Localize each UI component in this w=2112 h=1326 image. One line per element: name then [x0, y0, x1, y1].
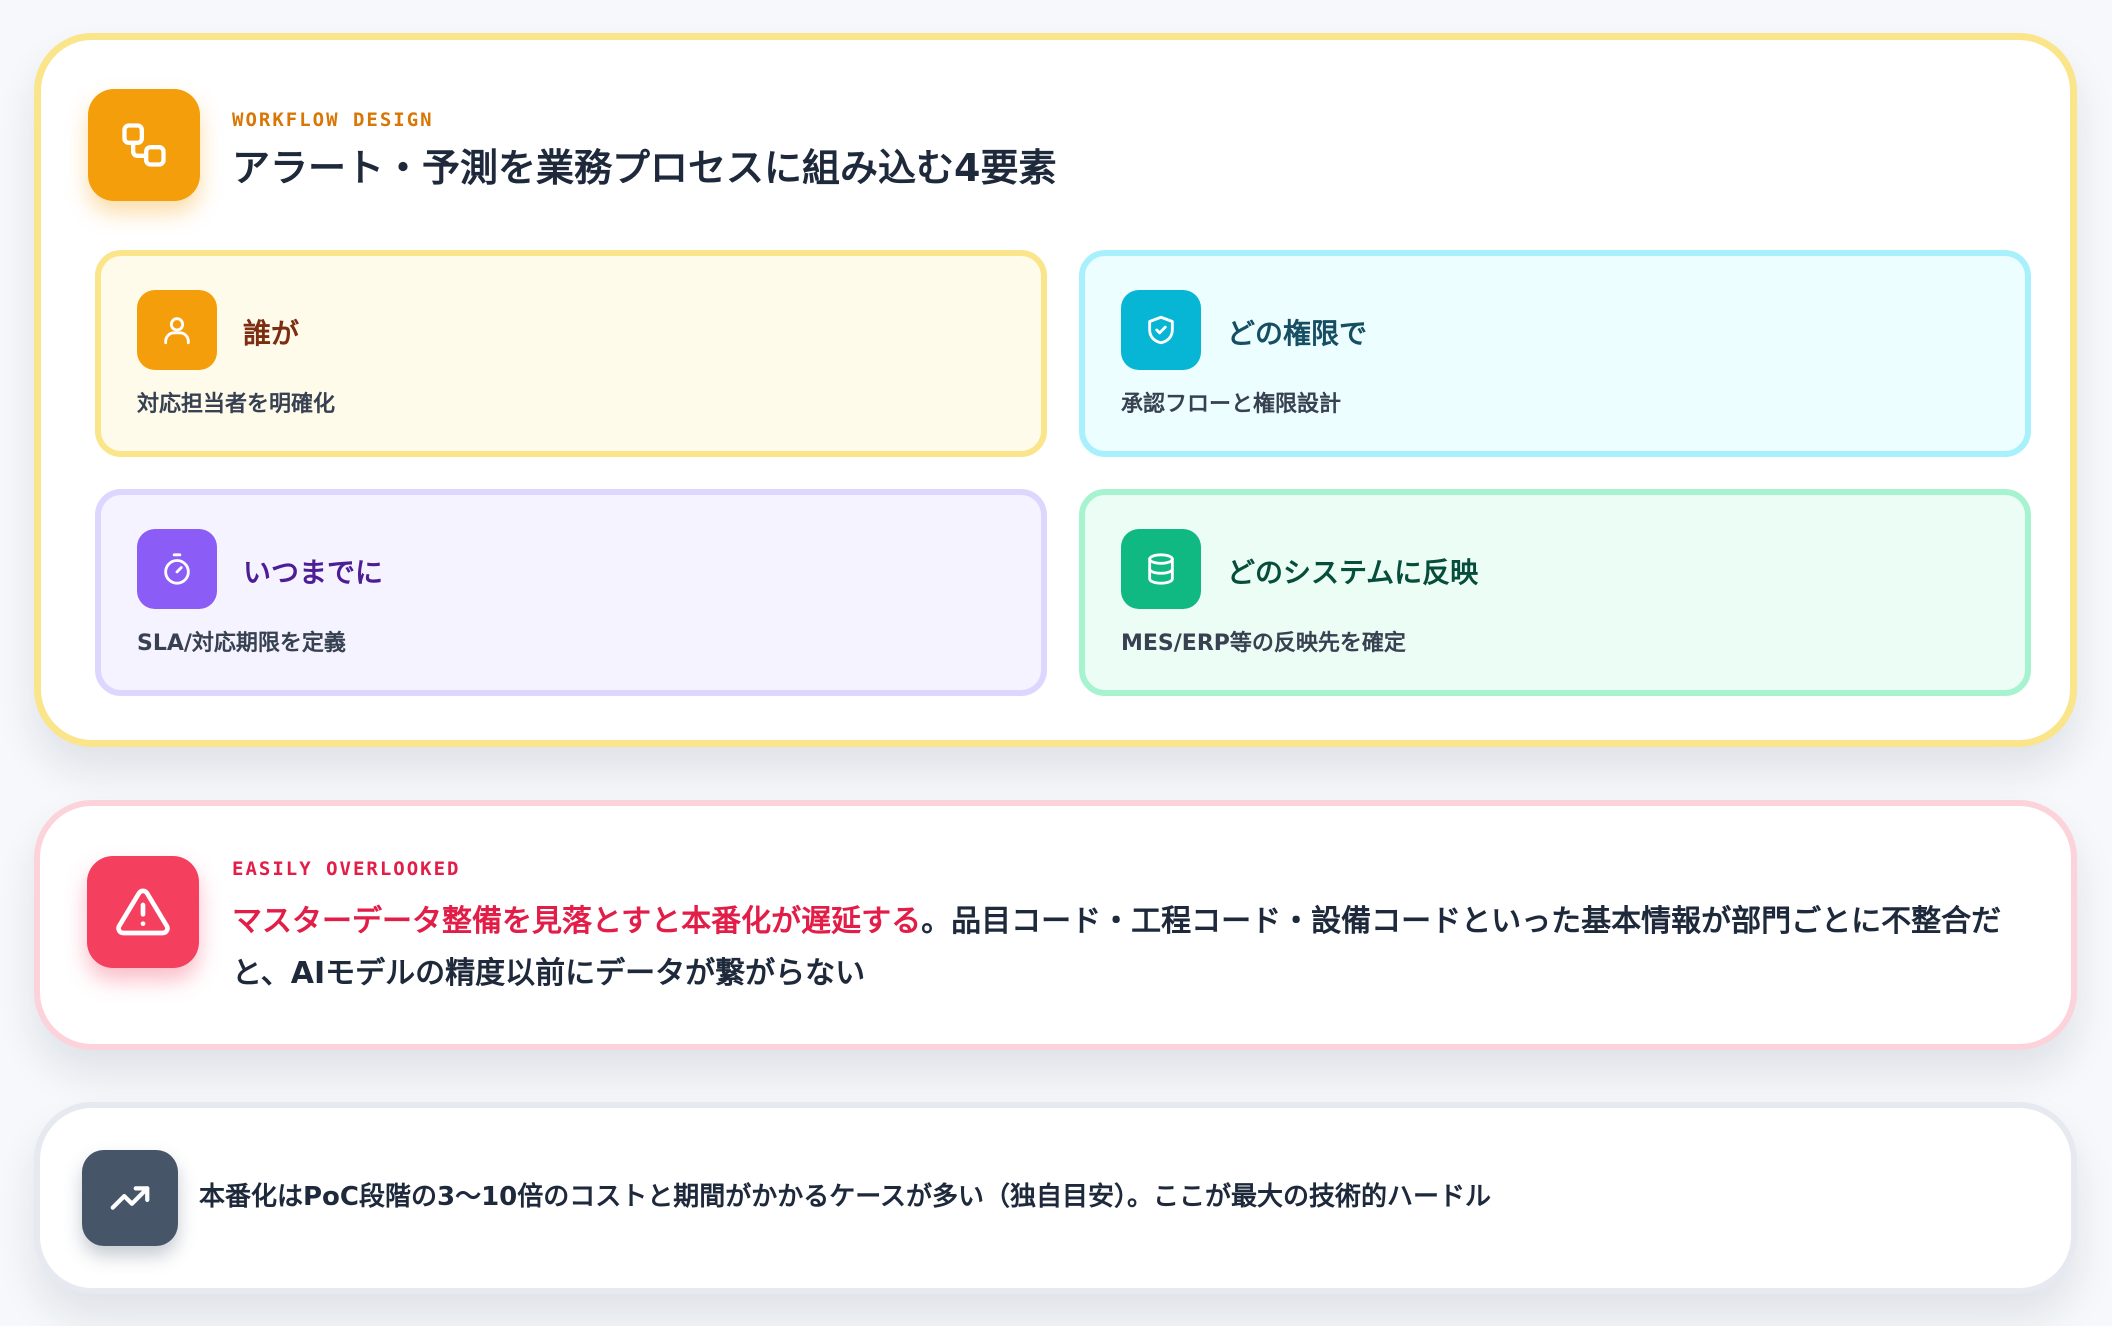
warning-eyebrow: EASILY OVERLOOKED	[232, 858, 461, 880]
card-deadline-desc: SLA/対応期限を定義	[137, 631, 346, 656]
warning-highlight: マスターデータ整備を見落とすと本番化が遅延する	[232, 904, 922, 939]
timer-icon	[137, 529, 217, 609]
note-text: 本番化はPoC段階の3〜10倍のコストと期間がかかるケースが多い（独自目安）。こ…	[199, 1182, 1491, 1212]
card-who-desc: 対応担当者を明確化	[137, 392, 336, 417]
database-icon	[1121, 529, 1201, 609]
alert-triangle-icon	[87, 856, 199, 968]
user-icon	[137, 290, 217, 370]
card-who: 誰が 対応担当者を明確化	[95, 250, 1047, 457]
card-authority-desc: 承認フローと権限設計	[1121, 392, 1342, 417]
card-system: どのシステムに反映 MES/ERP等の反映先を確定	[1079, 489, 2031, 696]
card-deadline-title: いつまでに	[243, 556, 384, 589]
card-system-desc: MES/ERP等の反映先を確定	[1121, 631, 1406, 656]
card-deadline: いつまでに SLA/対応期限を定義	[95, 489, 1047, 696]
card-authority-title: どの権限で	[1227, 317, 1368, 350]
trending-up-icon	[82, 1150, 178, 1246]
workflow-title: アラート・予測を業務プロセスに組み込む4要素	[232, 146, 1057, 190]
card-authority: どの権限で 承認フローと権限設計	[1079, 250, 2031, 457]
warning-panel: EASILY OVERLOOKED マスターデータ整備を見落とすと本番化が遅延す…	[34, 800, 2077, 1050]
card-who-title: 誰が	[243, 317, 300, 350]
note-panel: 本番化はPoC段階の3〜10倍のコストと期間がかかるケースが多い（独自目安）。こ…	[34, 1102, 2077, 1294]
workflow-design-panel: WORKFLOW DESIGN アラート・予測を業務プロセスに組み込む4要素 誰…	[34, 33, 2077, 747]
shield-check-icon	[1121, 290, 1201, 370]
card-system-title: どのシステムに反映	[1227, 556, 1479, 589]
workflow-eyebrow: WORKFLOW DESIGN	[232, 109, 434, 131]
workflow-icon	[88, 89, 200, 201]
warning-text: マスターデータ整備を見落とすと本番化が遅延する。品目コード・工程コード・設備コー…	[232, 896, 2032, 1000]
